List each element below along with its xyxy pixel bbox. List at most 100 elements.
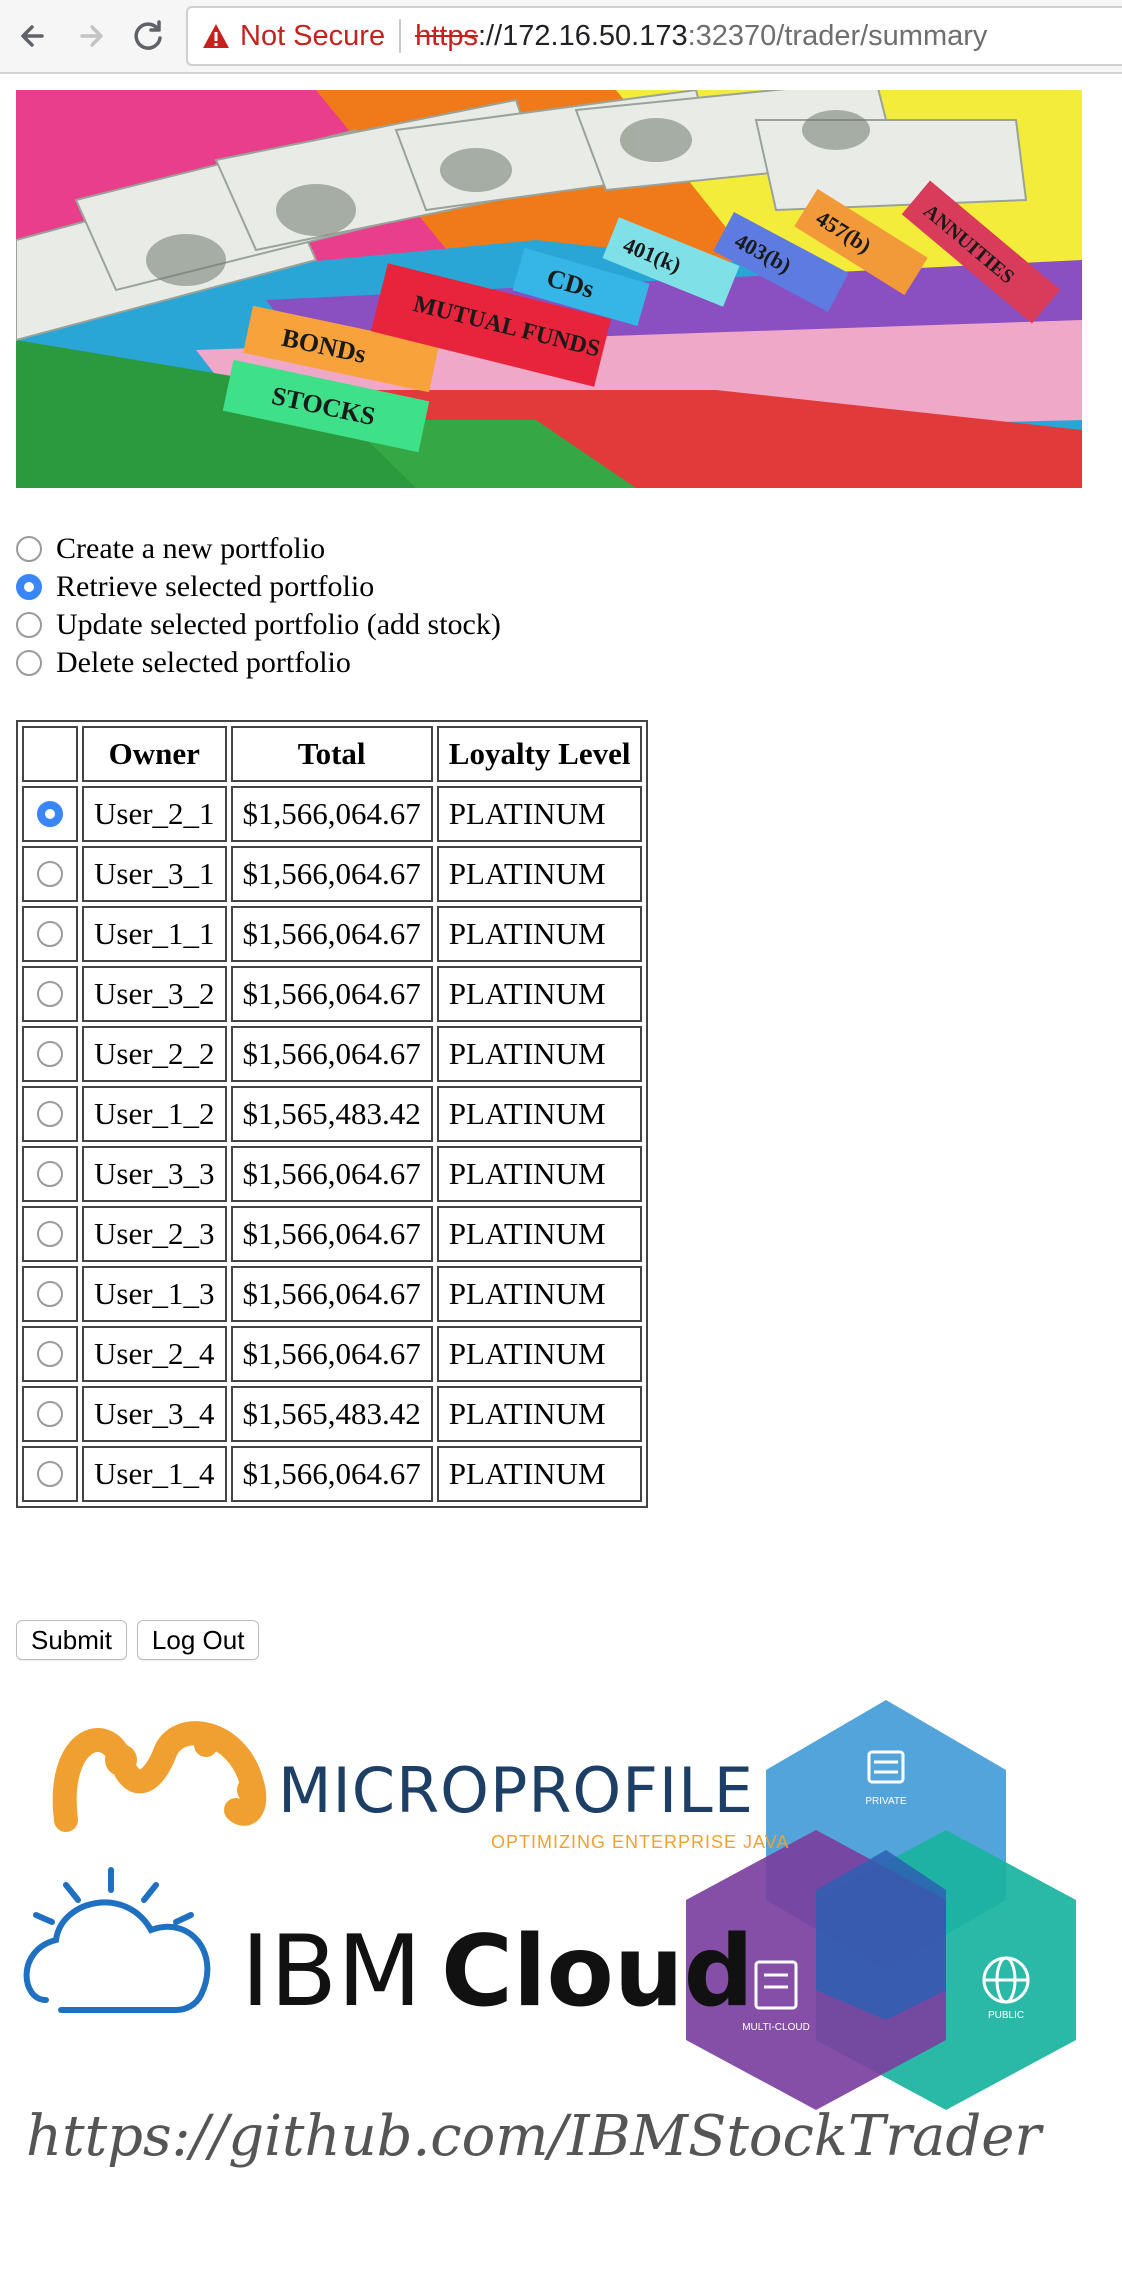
loyalty-level-cell: PLATINUM	[436, 906, 643, 962]
owner-cell: User_1_2	[82, 1086, 227, 1142]
url-host: ://172.16.50.173	[477, 19, 688, 52]
portfolio-action-options: Create a new portfolio Retrieve selected…	[16, 530, 716, 682]
row-select-radio[interactable]	[37, 1341, 63, 1367]
owner-cell: User_2_3	[82, 1206, 227, 1262]
loyalty-level-cell: PLATINUM	[436, 966, 643, 1022]
header-total: Total	[230, 726, 433, 782]
radio-update[interactable]	[16, 612, 42, 638]
cube-label-private: PRIVATE	[865, 1796, 907, 1807]
header-owner: Owner	[82, 726, 227, 782]
forward-button[interactable]	[70, 14, 114, 58]
table-row: User_2_4 $1,566,064.67 PLATINUM	[22, 1326, 643, 1382]
row-select-cell	[22, 966, 78, 1022]
portfolio-table-wrapper: Owner Total Loyalty Level User_2_1 $1,566…	[16, 720, 649, 1508]
row-select-radio[interactable]	[37, 1461, 63, 1487]
loyalty-level-cell: PLATINUM	[436, 786, 643, 842]
form-buttons: Submit Log Out	[16, 1620, 260, 1660]
money-folders-illustration: STOCKS BONDs MUTUAL FUNDS CDs 401(k) 403…	[16, 90, 1082, 488]
owner-cell: User_3_1	[82, 846, 227, 902]
row-select-radio[interactable]	[37, 1281, 63, 1307]
row-select-radio[interactable]	[37, 921, 63, 947]
total-cell: $1,566,064.67	[230, 1146, 433, 1202]
row-select-cell	[22, 906, 78, 962]
row-select-radio[interactable]	[37, 1221, 63, 1247]
loyalty-level-cell: PLATINUM	[436, 1326, 643, 1382]
option-update[interactable]: Update selected portfolio (add stock)	[16, 606, 716, 644]
option-create[interactable]: Create a new portfolio	[16, 530, 716, 568]
url-path: :32370/trader/summary	[687, 19, 988, 52]
total-cell: $1,565,483.42	[230, 1386, 433, 1442]
loyalty-level-cell: PLATINUM	[436, 1026, 643, 1082]
option-delete[interactable]: Delete selected portfolio	[16, 644, 716, 682]
table-row: User_1_3 $1,566,064.67 PLATINUM	[22, 1266, 643, 1322]
warning-icon	[203, 24, 229, 48]
forward-arrow-icon	[80, 25, 103, 47]
row-select-radio[interactable]	[37, 801, 63, 827]
loyalty-level-cell: PLATINUM	[436, 846, 643, 902]
owner-cell: User_3_4	[82, 1386, 227, 1442]
owner-cell: User_2_4	[82, 1326, 227, 1382]
table-row: User_1_4 $1,566,064.67 PLATINUM	[22, 1446, 643, 1502]
logout-button[interactable]: Log Out	[136, 1620, 260, 1660]
reload-button[interactable]	[126, 14, 170, 58]
ibm-text: IBM	[241, 1915, 422, 2029]
address-bar[interactable]: Not Secure https://172.16.50.173:32370/t…	[186, 6, 1122, 66]
total-cell: $1,566,064.67	[230, 1026, 433, 1082]
option-retrieve[interactable]: Retrieve selected portfolio	[16, 568, 716, 606]
total-cell: $1,565,483.42	[230, 1086, 433, 1142]
owner-cell: User_1_4	[82, 1446, 227, 1502]
radio-retrieve[interactable]	[16, 574, 42, 600]
ibm-cloud-logo: IBM Cloud	[23, 1867, 754, 2029]
row-select-cell	[22, 1266, 78, 1322]
row-select-radio[interactable]	[37, 1041, 63, 1067]
back-button[interactable]	[12, 14, 56, 58]
total-cell: $1,566,064.67	[230, 786, 433, 842]
table-row: User_2_1 $1,566,064.67 PLATINUM	[22, 786, 643, 842]
microprofile-tagline: OPTIMIZING ENTERPRISE JAVA	[491, 1832, 789, 1852]
table-row: User_3_1 $1,566,064.67 PLATINUM	[22, 846, 643, 902]
radio-delete[interactable]	[16, 650, 42, 676]
row-select-cell	[22, 1386, 78, 1442]
header-loyalty-level: Loyalty Level	[436, 726, 643, 782]
microprofile-logo: MICROPROFILE OPTIMIZING ENTERPRISE JAVA	[52, 1721, 789, 1852]
cloud-text: Cloud	[441, 1915, 754, 2029]
row-select-radio[interactable]	[37, 861, 63, 887]
row-select-radio[interactable]	[37, 1101, 63, 1127]
table-header-row: Owner Total Loyalty Level	[22, 726, 643, 782]
table-row: User_2_2 $1,566,064.67 PLATINUM	[22, 1026, 643, 1082]
owner-cell: User_1_3	[82, 1266, 227, 1322]
total-cell: $1,566,064.67	[230, 846, 433, 902]
total-cell: $1,566,064.67	[230, 1206, 433, 1262]
option-create-label: Create a new portfolio	[56, 532, 326, 565]
url-scheme: https	[415, 19, 478, 52]
row-select-radio[interactable]	[37, 1161, 63, 1187]
submit-button[interactable]: Submit	[16, 1620, 127, 1660]
row-select-cell	[22, 846, 78, 902]
loyalty-level-cell: PLATINUM	[436, 1266, 643, 1322]
row-select-cell	[22, 1326, 78, 1382]
owner-cell: User_1_1	[82, 906, 227, 962]
row-select-cell	[22, 1146, 78, 1202]
row-select-radio[interactable]	[37, 1401, 63, 1427]
option-delete-label: Delete selected portfolio	[56, 646, 351, 679]
footer-logos: PRIVATE MULTI-CLOUD PUBLIC MICROPROFILE …	[16, 1700, 1076, 2220]
loyalty-level-cell: PLATINUM	[436, 1086, 643, 1142]
footer-logos-image: PRIVATE MULTI-CLOUD PUBLIC MICROPROFILE …	[23, 1700, 1076, 2169]
total-cell: $1,566,064.67	[230, 906, 433, 962]
loyalty-level-cell: PLATINUM	[436, 1206, 643, 1262]
owner-cell: User_3_3	[82, 1146, 227, 1202]
not-secure-label[interactable]: Not Secure	[240, 20, 385, 53]
owner-cell: User_2_1	[82, 786, 227, 842]
total-cell: $1,566,064.67	[230, 1326, 433, 1382]
total-cell: $1,566,064.67	[230, 1446, 433, 1502]
row-select-radio[interactable]	[37, 981, 63, 1007]
total-cell: $1,566,064.67	[230, 1266, 433, 1322]
loyalty-level-cell: PLATINUM	[436, 1386, 643, 1442]
radio-create[interactable]	[16, 536, 42, 562]
github-url: https://github.com/IBMStockTrader	[26, 2104, 1044, 2169]
option-retrieve-label: Retrieve selected portfolio	[56, 570, 375, 603]
url-separator	[399, 19, 402, 53]
microprofile-name: MICROPROFILE	[278, 1754, 754, 1827]
row-select-cell	[22, 1026, 78, 1082]
table-row: User_1_1 $1,566,064.67 PLATINUM	[22, 906, 643, 962]
